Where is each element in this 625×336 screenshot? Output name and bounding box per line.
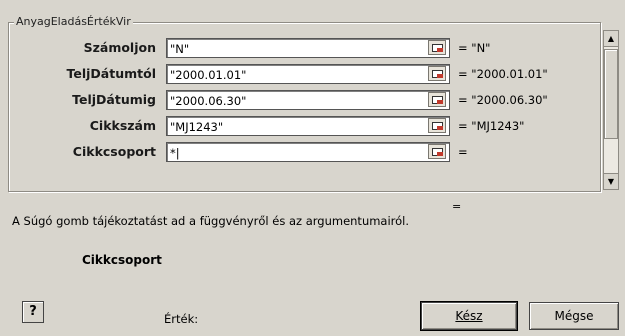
help-button[interactable]: ?: [22, 301, 44, 323]
argument-result: =: [458, 145, 468, 159]
argument-result: = "MJ1243": [458, 119, 525, 133]
arguments-scrollbar[interactable]: ▲ ▼: [603, 30, 619, 190]
ok-button-label: Kész: [455, 309, 483, 323]
collapse-dialog-icon[interactable]: [428, 40, 446, 55]
function-arguments-dialog: AnyagEladásÉrtékVir Számoljon "N" = "N" …: [0, 0, 625, 336]
current-argument-name: Cikkcsoport: [82, 253, 162, 267]
ok-button[interactable]: Kész: [420, 301, 518, 331]
value-label: Érték:: [164, 312, 199, 326]
argument-result: = "N": [458, 41, 491, 55]
scroll-thumb[interactable]: [604, 49, 618, 139]
argument-result: = "2000.01.01": [458, 67, 548, 81]
function-name-title: AnyagEladásÉrtékVir: [14, 15, 133, 28]
argument-input[interactable]: "N": [166, 38, 450, 58]
argument-input[interactable]: "2000.01.01": [166, 64, 450, 84]
argument-input[interactable]: "2000.06.30": [166, 90, 450, 110]
collapse-dialog-icon[interactable]: [428, 92, 446, 107]
argument-result: = "2000.06.30": [458, 93, 548, 107]
scroll-up-icon[interactable]: ▲: [604, 31, 618, 47]
argument-input[interactable]: *|: [166, 142, 450, 162]
formula-result: =: [452, 200, 462, 213]
help-description: A Súgó gomb tájékoztatást ad a függvényr…: [12, 214, 410, 228]
argument-input[interactable]: "MJ1243": [166, 116, 450, 136]
collapse-dialog-icon[interactable]: [428, 66, 446, 81]
argument-label: TeljDátumig: [72, 92, 156, 107]
collapse-dialog-icon[interactable]: [428, 118, 446, 133]
argument-label: Cikkcsoport: [72, 144, 156, 159]
cancel-button[interactable]: Mégse: [529, 302, 619, 330]
collapse-dialog-icon[interactable]: [428, 144, 446, 159]
argument-label: Cikkszám: [89, 118, 156, 133]
scroll-down-icon[interactable]: ▼: [604, 173, 618, 189]
argument-label: Számoljon: [83, 40, 156, 55]
argument-label: TeljDátumtól: [66, 66, 156, 81]
